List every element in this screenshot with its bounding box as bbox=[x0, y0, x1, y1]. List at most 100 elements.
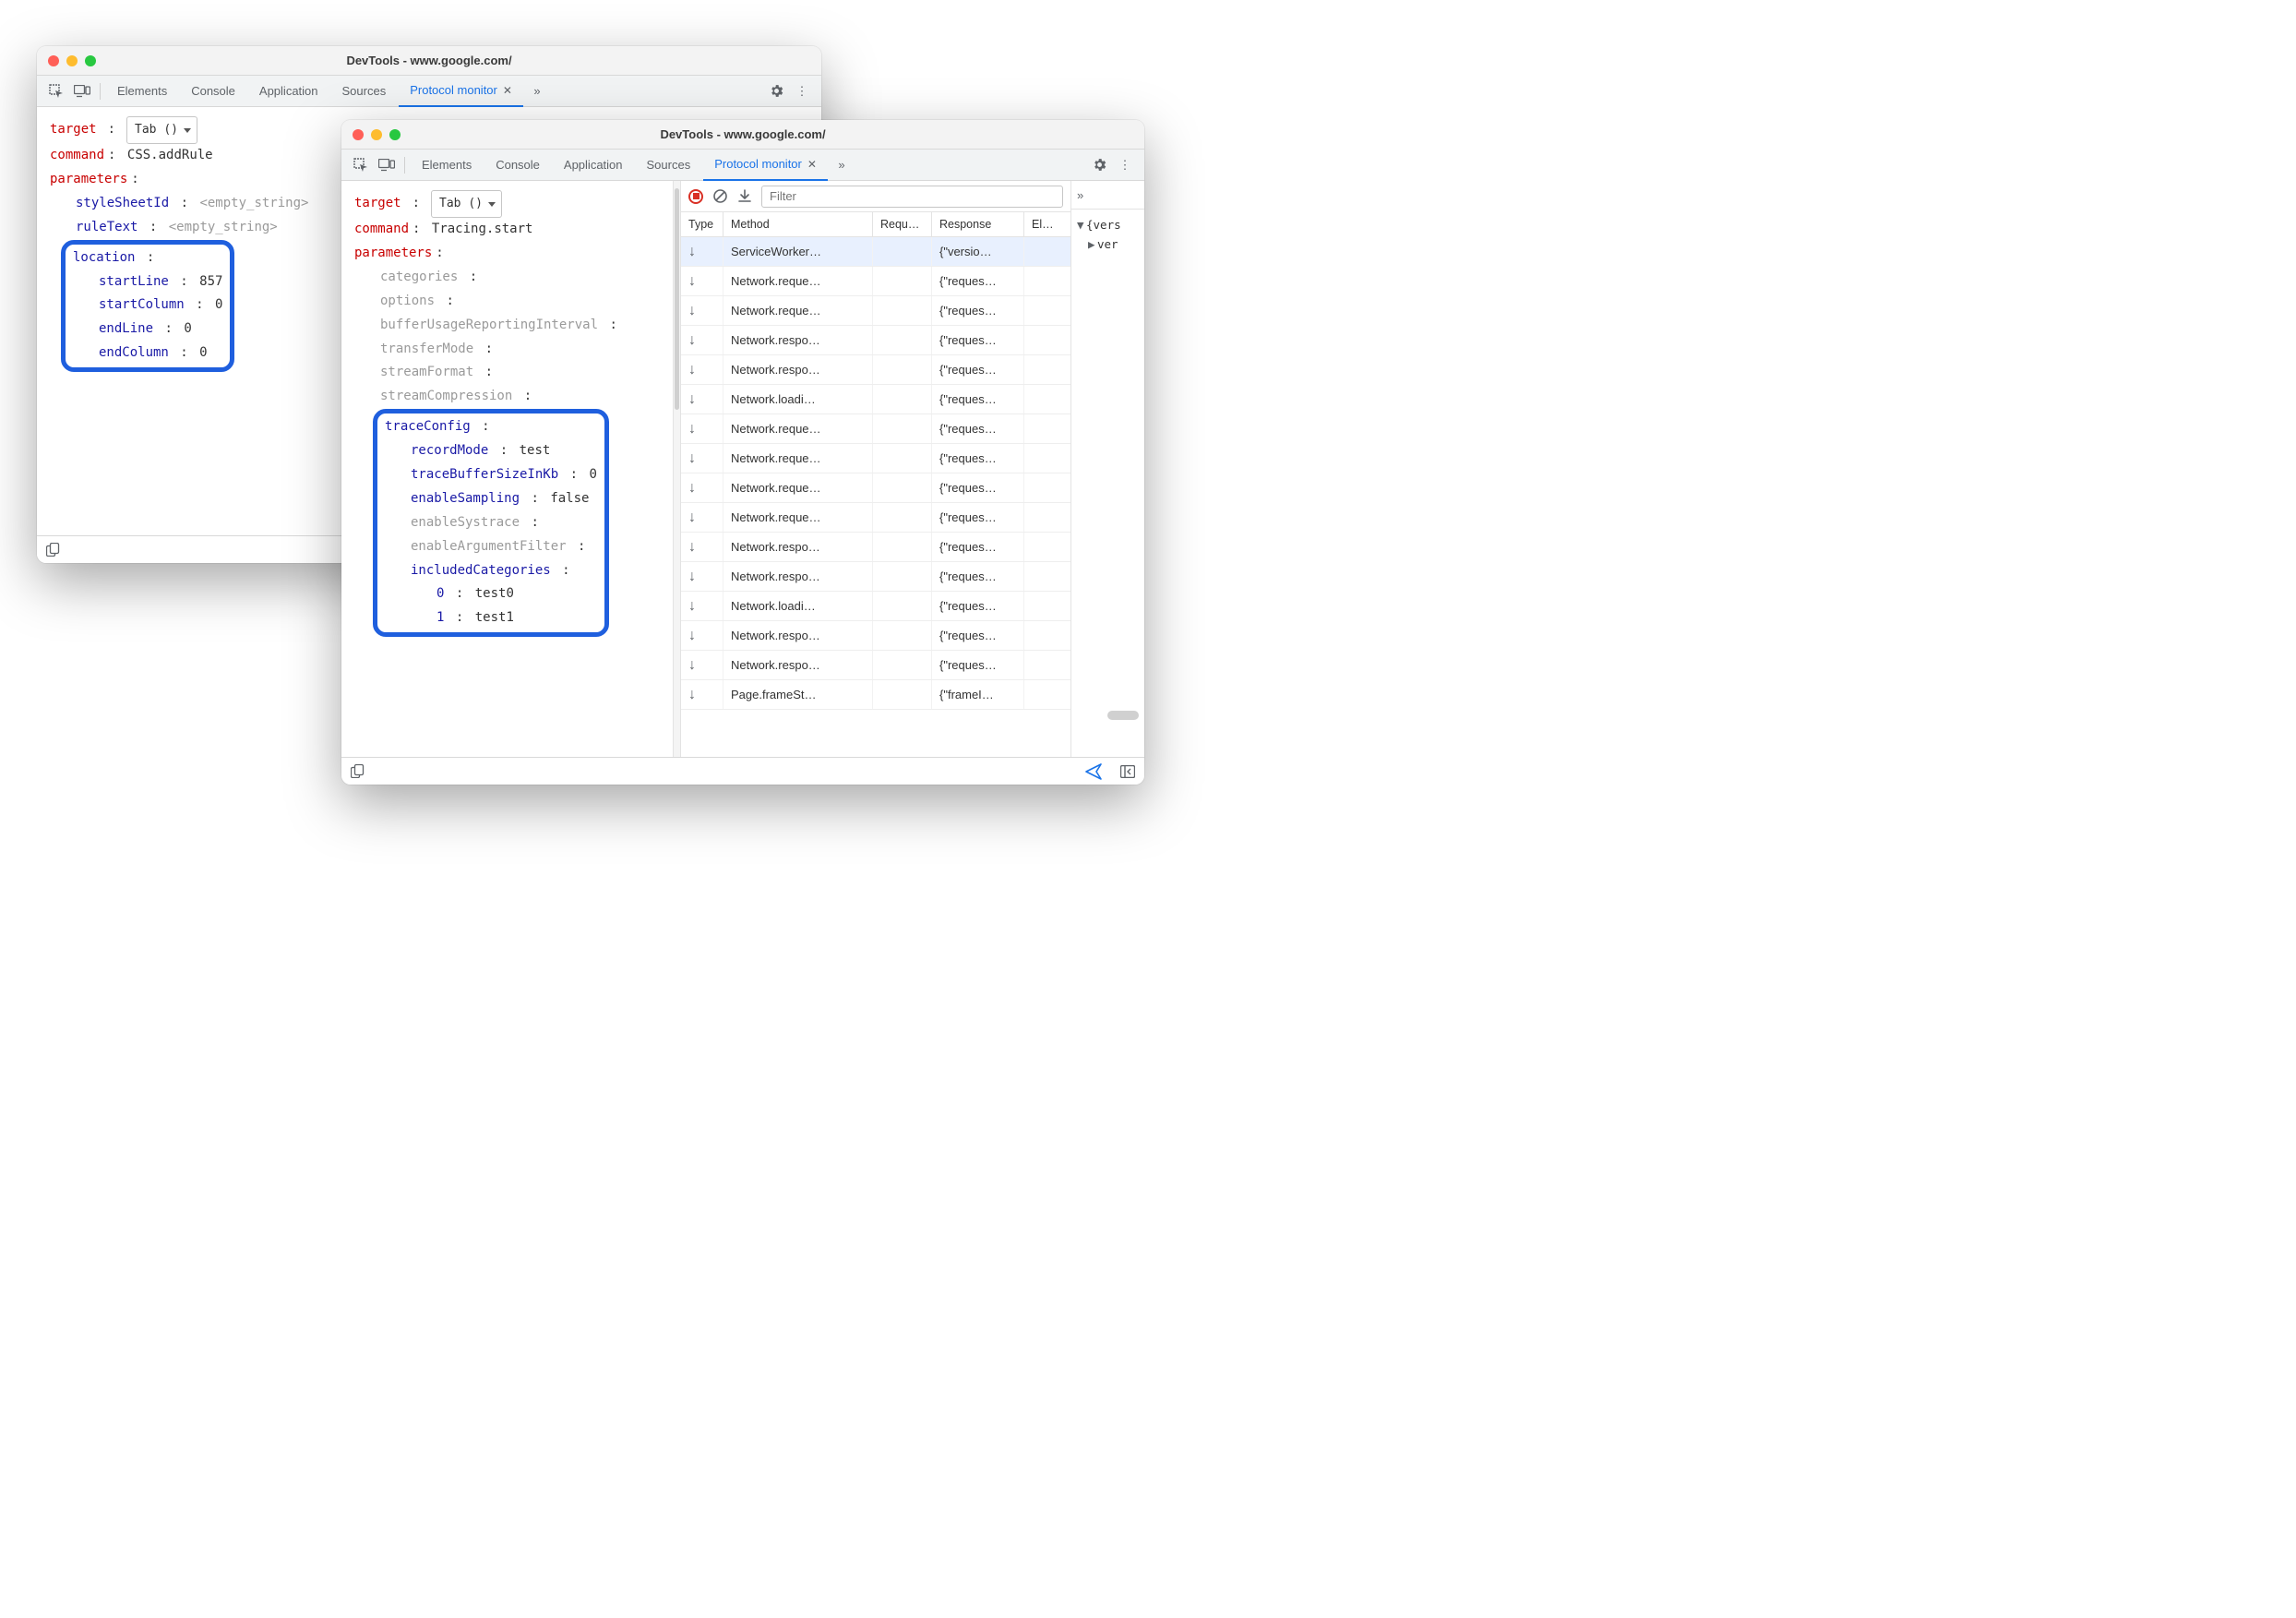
tab-protocol-monitor[interactable]: Protocol monitor ✕ bbox=[703, 150, 828, 181]
param-key-endcolumn[interactable]: endColumn bbox=[99, 345, 169, 360]
scrollbar[interactable] bbox=[1107, 711, 1139, 720]
panel-toggle-icon[interactable] bbox=[1120, 765, 1135, 778]
param-key-recordmode[interactable]: recordMode bbox=[411, 443, 488, 458]
close-tab-icon[interactable]: ✕ bbox=[807, 158, 817, 171]
minimize-icon[interactable] bbox=[66, 55, 78, 66]
side-body[interactable]: ▼{vers ▶ver bbox=[1071, 210, 1144, 260]
record-icon[interactable] bbox=[688, 189, 703, 204]
param-value-placeholder[interactable]: <empty_string> bbox=[199, 196, 308, 210]
col-method[interactable]: Method bbox=[723, 212, 873, 236]
param-value[interactable]: test1 bbox=[475, 610, 514, 625]
download-icon[interactable] bbox=[737, 189, 752, 204]
close-icon[interactable] bbox=[48, 55, 59, 66]
close-tab-icon[interactable]: ✕ bbox=[503, 84, 512, 97]
log-row[interactable]: ↓Network.respo…{"reques… bbox=[681, 621, 1070, 651]
target-select[interactable]: Tab () bbox=[126, 116, 197, 144]
log-body[interactable]: ↓ServiceWorker…{"versio…↓Network.reque…{… bbox=[681, 237, 1070, 757]
col-response[interactable]: Response bbox=[932, 212, 1024, 236]
device-icon[interactable] bbox=[375, 153, 399, 177]
device-icon[interactable] bbox=[70, 79, 94, 103]
gear-icon[interactable] bbox=[764, 79, 788, 103]
titlebar[interactable]: DevTools - www.google.com/ bbox=[341, 120, 1144, 150]
param-key-buffer[interactable]: bufferUsageReportingInterval bbox=[380, 318, 598, 332]
param-key-startcolumn[interactable]: startColumn bbox=[99, 297, 185, 312]
maximize-icon[interactable] bbox=[85, 55, 96, 66]
log-row[interactable]: ↓Network.reque…{"reques… bbox=[681, 503, 1070, 533]
param-key-streamcompression[interactable]: streamCompression bbox=[380, 389, 512, 403]
filter-input[interactable] bbox=[761, 186, 1063, 208]
param-value[interactable]: test0 bbox=[475, 586, 514, 601]
log-row[interactable]: ↓Network.respo…{"reques… bbox=[681, 651, 1070, 680]
more-tabs-icon[interactable]: » bbox=[1077, 188, 1083, 202]
log-row[interactable]: ↓Network.reque…{"reques… bbox=[681, 296, 1070, 326]
param-key-endline[interactable]: endLine bbox=[99, 321, 153, 336]
log-row[interactable]: ↓ServiceWorker…{"versio… bbox=[681, 237, 1070, 267]
col-type[interactable]: Type bbox=[681, 212, 723, 236]
array-index[interactable]: 0 bbox=[436, 586, 444, 601]
col-elapsed[interactable]: El…▲ bbox=[1024, 212, 1070, 236]
array-index[interactable]: 1 bbox=[436, 610, 444, 625]
send-icon[interactable] bbox=[1085, 763, 1102, 780]
copy-icon[interactable] bbox=[351, 764, 365, 778]
more-tabs-icon[interactable]: » bbox=[525, 79, 549, 103]
kebab-icon[interactable]: ⋮ bbox=[790, 79, 814, 103]
log-row[interactable]: ↓Network.respo…{"reques… bbox=[681, 326, 1070, 355]
tab-application[interactable]: Application bbox=[553, 150, 634, 181]
close-icon[interactable] bbox=[353, 129, 364, 140]
param-key-transfermode[interactable]: transferMode bbox=[380, 342, 473, 356]
clear-icon[interactable] bbox=[712, 188, 728, 204]
param-key-categories[interactable]: categories bbox=[380, 270, 458, 284]
param-value[interactable]: test bbox=[520, 443, 551, 458]
gear-icon[interactable] bbox=[1087, 153, 1111, 177]
col-request[interactable]: Requ… bbox=[873, 212, 932, 236]
log-row[interactable]: ↓Network.reque…{"reques… bbox=[681, 267, 1070, 296]
tree-node[interactable]: ver bbox=[1097, 237, 1118, 251]
param-key-includedcategories[interactable]: includedCategories bbox=[411, 563, 551, 578]
inspect-icon[interactable] bbox=[349, 153, 373, 177]
copy-icon[interactable] bbox=[46, 543, 60, 557]
log-row[interactable]: ↓Network.loadi…{"reques… bbox=[681, 592, 1070, 621]
log-row[interactable]: ↓Network.loadi…{"reques… bbox=[681, 385, 1070, 414]
param-key-enableargfilter[interactable]: enableArgumentFilter bbox=[411, 539, 567, 554]
log-row[interactable]: ↓Page.frameSt…{"frameI… bbox=[681, 680, 1070, 710]
param-value[interactable]: 857 bbox=[199, 274, 222, 289]
param-key-streamformat[interactable]: streamFormat bbox=[380, 365, 473, 379]
param-key-enablesystrace[interactable]: enableSystrace bbox=[411, 515, 520, 530]
minimize-icon[interactable] bbox=[371, 129, 382, 140]
param-value[interactable]: 0 bbox=[184, 321, 191, 336]
param-key-traceconfig[interactable]: traceConfig bbox=[385, 419, 471, 434]
scroll-gutter[interactable] bbox=[674, 181, 681, 757]
log-row[interactable]: ↓Network.reque…{"reques… bbox=[681, 444, 1070, 473]
param-value[interactable]: 0 bbox=[589, 467, 596, 482]
log-row[interactable]: ↓Network.respo…{"reques… bbox=[681, 562, 1070, 592]
tab-elements[interactable]: Elements bbox=[411, 150, 483, 181]
tab-sources[interactable]: Sources bbox=[636, 150, 702, 181]
tree-node[interactable]: {vers bbox=[1086, 218, 1121, 232]
param-key-location[interactable]: location bbox=[73, 250, 135, 265]
param-key-ruletext[interactable]: ruleText bbox=[76, 220, 138, 234]
param-key-buffersize[interactable]: traceBufferSizeInKb bbox=[411, 467, 558, 482]
param-value[interactable]: 0 bbox=[215, 297, 222, 312]
tab-console[interactable]: Console bbox=[180, 76, 246, 107]
chevron-down-icon[interactable]: ▼ bbox=[1077, 215, 1086, 234]
param-key-startline[interactable]: startLine bbox=[99, 274, 169, 289]
param-key-options[interactable]: options bbox=[380, 294, 435, 308]
tab-application[interactable]: Application bbox=[248, 76, 329, 107]
sort-icon[interactable]: ▲ bbox=[1054, 220, 1064, 231]
log-row[interactable]: ↓Network.respo…{"reques… bbox=[681, 533, 1070, 562]
titlebar[interactable]: DevTools - www.google.com/ bbox=[37, 46, 821, 76]
param-value-placeholder[interactable]: <empty_string> bbox=[169, 220, 278, 234]
param-key-enablesampling[interactable]: enableSampling bbox=[411, 491, 520, 506]
tab-sources[interactable]: Sources bbox=[331, 76, 398, 107]
more-tabs-icon[interactable]: » bbox=[830, 153, 854, 177]
param-value[interactable]: 0 bbox=[199, 345, 207, 360]
tab-elements[interactable]: Elements bbox=[106, 76, 178, 107]
command-value[interactable]: Tracing.start bbox=[432, 222, 533, 236]
log-row[interactable]: ↓Network.reque…{"reques… bbox=[681, 473, 1070, 503]
command-value[interactable]: CSS.addRule bbox=[127, 148, 213, 162]
tab-protocol-monitor[interactable]: Protocol monitor ✕ bbox=[399, 76, 523, 107]
param-key-stylesheetid[interactable]: styleSheetId bbox=[76, 196, 169, 210]
log-row[interactable]: ↓Network.respo…{"reques… bbox=[681, 355, 1070, 385]
target-select[interactable]: Tab () bbox=[431, 190, 502, 218]
log-row[interactable]: ↓Network.reque…{"reques… bbox=[681, 414, 1070, 444]
